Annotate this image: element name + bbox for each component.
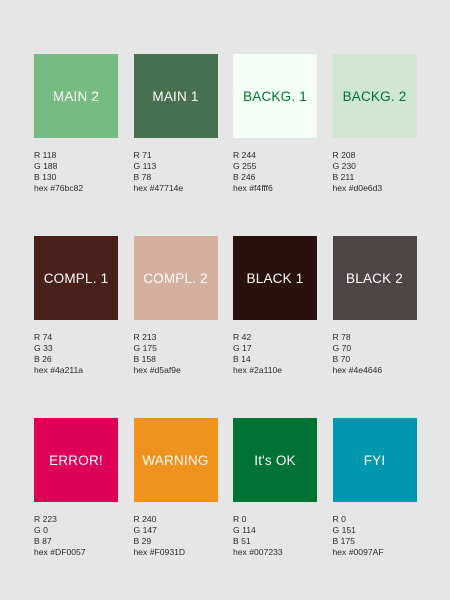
green-value: G 33: [34, 343, 53, 353]
red-value: R 74: [34, 332, 53, 342]
hex-value: hex #d0e6d3: [332, 183, 383, 193]
green-value: G 255: [233, 161, 257, 171]
color-swatch: BLACK 1: [233, 236, 317, 320]
color-values: R 74 G 33 B 26 hex #4a211a: [34, 332, 118, 376]
hex-value: hex #007233: [233, 547, 283, 557]
blue-value: B 26: [34, 354, 52, 364]
color-swatch: COMPL. 1: [34, 236, 118, 320]
blue-value: B 51: [233, 536, 251, 546]
color-swatch: It's OK: [233, 418, 317, 502]
hex-value: hex #2a110e: [233, 365, 283, 375]
red-value: R 240: [133, 514, 157, 524]
color-values: R 240 G 147 B 29 hex #F0931D: [134, 514, 218, 558]
color-swatch: WARNING: [133, 418, 218, 502]
swatch-label: WARNING: [142, 452, 209, 468]
swatch-card-main-1: MAIN 1 R 71 G 113 B 78 hex #47714e: [133, 54, 218, 222]
color-values: R 0 G 114 B 51 hex #007233: [233, 514, 317, 558]
green-value: G 70: [332, 343, 352, 353]
red-value: R 223: [34, 514, 57, 524]
color-values: R 208 G 230 B 211 hex #d0e6d3: [333, 150, 417, 194]
swatch-card-backg-1: BACKG. 1 R 244 G 255 B 246 hex #f4fff6: [233, 54, 317, 222]
swatch-label: MAIN 1: [152, 88, 199, 104]
red-value: R 0: [233, 514, 247, 524]
blue-value: B 175: [332, 536, 355, 546]
blue-value: B 14: [233, 354, 251, 364]
green-value: G 147: [133, 525, 157, 535]
green-value: G 188: [34, 161, 58, 171]
color-swatch: BACKG. 1: [233, 54, 317, 138]
swatch-card-main-2: MAIN 2 R 118 G 188 B 130 hex #76bc82: [34, 54, 118, 222]
color-values: R 0 G 151 B 175 hex #0097AF: [333, 514, 417, 558]
hex-value: hex #76bc82: [34, 183, 84, 193]
swatch-label: BLACK 1: [246, 270, 304, 286]
swatch-card-warning: WARNING R 240 G 147 B 29 hex #F0931D: [133, 418, 218, 586]
red-value: R 71: [133, 150, 152, 160]
color-palette-grid: MAIN 2 R 118 G 188 B 130 hex #76bc82 MAI…: [34, 54, 417, 586]
red-value: R 0: [332, 514, 346, 524]
color-swatch: MAIN 1: [133, 54, 218, 138]
green-value: G 0: [34, 525, 48, 535]
green-value: G 17: [233, 343, 252, 353]
swatch-card-fyi: FYI R 0 G 151 B 175 hex #0097AF: [332, 418, 417, 586]
color-swatch: BACKG. 2: [332, 54, 417, 138]
green-value: G 175: [133, 343, 157, 353]
hex-value: hex #4e4646: [332, 365, 383, 375]
blue-value: B 211: [332, 172, 355, 182]
swatch-card-ok: It's OK R 0 G 114 B 51 hex #007233: [233, 418, 317, 586]
swatch-label: ERROR!: [49, 452, 103, 468]
blue-value: B 70: [332, 354, 351, 364]
hex-value: hex #F0931D: [133, 547, 186, 557]
red-value: R 78: [332, 332, 351, 342]
hex-value: hex #0097AF: [332, 547, 384, 557]
swatch-label: BLACK 2: [346, 270, 403, 286]
color-values: R 78 G 70 B 70 hex #4e4646: [333, 332, 417, 376]
color-swatch: BLACK 2: [332, 236, 417, 320]
color-swatch: COMPL. 2: [133, 236, 218, 320]
blue-value: B 78: [133, 172, 152, 182]
swatch-label: BACKG. 1: [243, 88, 307, 104]
color-values: R 42 G 17 B 14 hex #2a110e: [233, 332, 317, 376]
swatch-card-black-1: BLACK 1 R 42 G 17 B 14 hex #2a110e: [233, 236, 317, 404]
color-values: R 71 G 113 B 78 hex #47714e: [134, 150, 218, 194]
swatch-card-compl-1: COMPL. 1 R 74 G 33 B 26 hex #4a211a: [34, 236, 118, 404]
swatch-label: COMPL. 1: [43, 270, 109, 286]
color-swatch: MAIN 2: [34, 54, 118, 138]
hex-value: hex #d5af9e: [133, 365, 181, 375]
color-values: R 118 G 188 B 130 hex #76bc82: [34, 150, 118, 194]
swatch-label: FYI: [363, 452, 386, 468]
blue-value: B 158: [133, 354, 156, 364]
color-values: R 213 G 175 B 158 hex #d5af9e: [134, 332, 218, 376]
blue-value: B 246: [233, 172, 256, 182]
red-value: R 118: [34, 150, 57, 160]
swatch-label: BACKG. 2: [342, 88, 407, 104]
color-values: R 223 G 0 B 87 hex #DF0057: [34, 514, 118, 558]
swatch-card-compl-2: COMPL. 2 R 213 G 175 B 158 hex #d5af9e: [133, 236, 218, 404]
blue-value: B 130: [34, 172, 57, 182]
swatch-label: It's OK: [254, 452, 296, 468]
red-value: R 42: [233, 332, 252, 342]
swatch-label: COMPL. 2: [143, 270, 208, 286]
blue-value: B 29: [133, 536, 152, 546]
hex-value: hex #DF0057: [34, 547, 86, 557]
red-value: R 244: [233, 150, 256, 160]
green-value: G 230: [332, 161, 356, 171]
color-swatch: FYI: [332, 418, 417, 502]
hex-value: hex #f4fff6: [233, 183, 273, 193]
green-value: G 114: [233, 525, 256, 535]
blue-value: B 87: [34, 536, 52, 546]
hex-value: hex #47714e: [133, 183, 184, 193]
swatch-card-backg-2: BACKG. 2 R 208 G 230 B 211 hex #d0e6d3: [332, 54, 417, 222]
green-value: G 113: [133, 161, 157, 171]
swatch-label: MAIN 2: [52, 88, 100, 104]
color-swatch: ERROR!: [34, 418, 118, 502]
red-value: R 208: [332, 150, 356, 160]
swatch-card-black-2: BLACK 2 R 78 G 70 B 70 hex #4e4646: [332, 236, 417, 404]
color-values: R 244 G 255 B 246 hex #f4fff6: [233, 150, 317, 194]
green-value: G 151: [332, 525, 356, 535]
swatch-card-error: ERROR! R 223 G 0 B 87 hex #DF0057: [34, 418, 118, 586]
red-value: R 213: [133, 332, 157, 342]
hex-value: hex #4a211a: [34, 365, 84, 375]
